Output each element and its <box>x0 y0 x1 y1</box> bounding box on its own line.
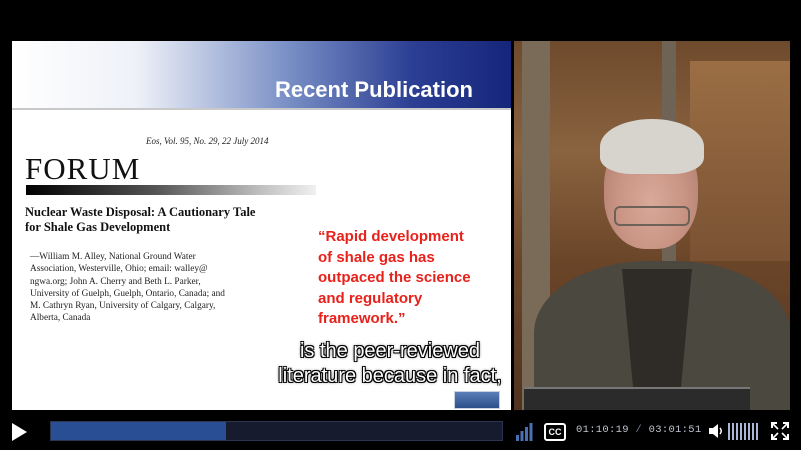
fullscreen-icon[interactable] <box>771 422 789 440</box>
volume-level-bar <box>740 423 742 440</box>
slide-header: Recent Publication <box>12 41 511 108</box>
speaker-glasses <box>614 206 690 226</box>
quote-line: of shale gas has <box>318 248 435 266</box>
control-bar: CC 01:10:19 / 03:01:51 <box>0 413 801 450</box>
time-display: 01:10:19 / 03:01:51 <box>576 424 701 436</box>
quote-line: “Rapid development <box>318 228 464 245</box>
author-line: University of Guelph, Guelph, Ontario, C… <box>30 288 225 299</box>
author-line: Association, Westerville, Ohio; email: w… <box>30 264 208 275</box>
author-line: Alberta, Canada <box>30 313 91 324</box>
quote-line: outpaced the science <box>318 269 471 286</box>
article-title-line: Nuclear Waste Disposal: A Cautionary Tal… <box>25 205 256 219</box>
volume-level-bar <box>752 423 754 440</box>
forum-heading: FORUM <box>25 151 141 186</box>
video-player: Recent Publication Eos, Vol. 95, No. 29,… <box>0 0 801 450</box>
author-line: ngwa.org; John A. Cherry and Beth L. Par… <box>30 276 201 287</box>
author-line: M. Cathryn Ryan, University of Calgary, … <box>30 301 216 312</box>
subtitle-line: is the peer-reviewed <box>299 340 481 362</box>
quote-line: framework.” <box>318 310 406 327</box>
time-separator: / <box>635 424 643 436</box>
highlight-quote: “Rapid development of shale gas has outp… <box>318 227 508 330</box>
gradient-bar <box>26 185 316 195</box>
slide-title: Recent Publication <box>274 77 473 102</box>
volume-level-bar <box>744 423 746 440</box>
volume-slider[interactable] <box>728 423 762 440</box>
journal-citation: Eos, Vol. 95, No. 29, 22 July 2014 <box>146 136 269 146</box>
current-time: 01:10:19 <box>576 424 629 436</box>
progress-bar[interactable] <box>50 421 503 441</box>
cc-icon[interactable]: CC <box>544 423 566 441</box>
volume-level-bar <box>736 423 738 440</box>
speaker-hair <box>600 119 704 174</box>
article-title-line: for Shale Gas Development <box>25 220 171 234</box>
duration: 03:01:51 <box>648 424 702 436</box>
cc-label: CC <box>548 427 562 437</box>
slide-divider <box>12 108 511 110</box>
author-list: —William M. Alley, National Ground Water… <box>30 251 292 325</box>
volume-level-bar <box>756 423 758 440</box>
play-icon[interactable] <box>8 421 30 443</box>
quote-line: and regulatory <box>318 289 423 307</box>
volume-level-bar <box>748 423 750 440</box>
author-line: —William M. Alley, National Ground Water <box>30 252 196 262</box>
speaker-icon[interactable] <box>708 422 724 440</box>
subtitle-line: literature because in fact, <box>278 365 502 387</box>
volume-level-bar <box>732 423 734 440</box>
article-title: Nuclear Waste Disposal: A Cautionary Tal… <box>25 205 325 235</box>
slide-logo <box>454 391 500 409</box>
signal-bars-icon[interactable] <box>515 423 533 441</box>
subtitle-overlay: is the peer-reviewed literature because … <box>190 339 590 389</box>
volume-level-bar <box>728 423 730 440</box>
lectern <box>524 387 750 410</box>
wall-panel <box>690 61 790 261</box>
progress-fill <box>51 422 226 440</box>
